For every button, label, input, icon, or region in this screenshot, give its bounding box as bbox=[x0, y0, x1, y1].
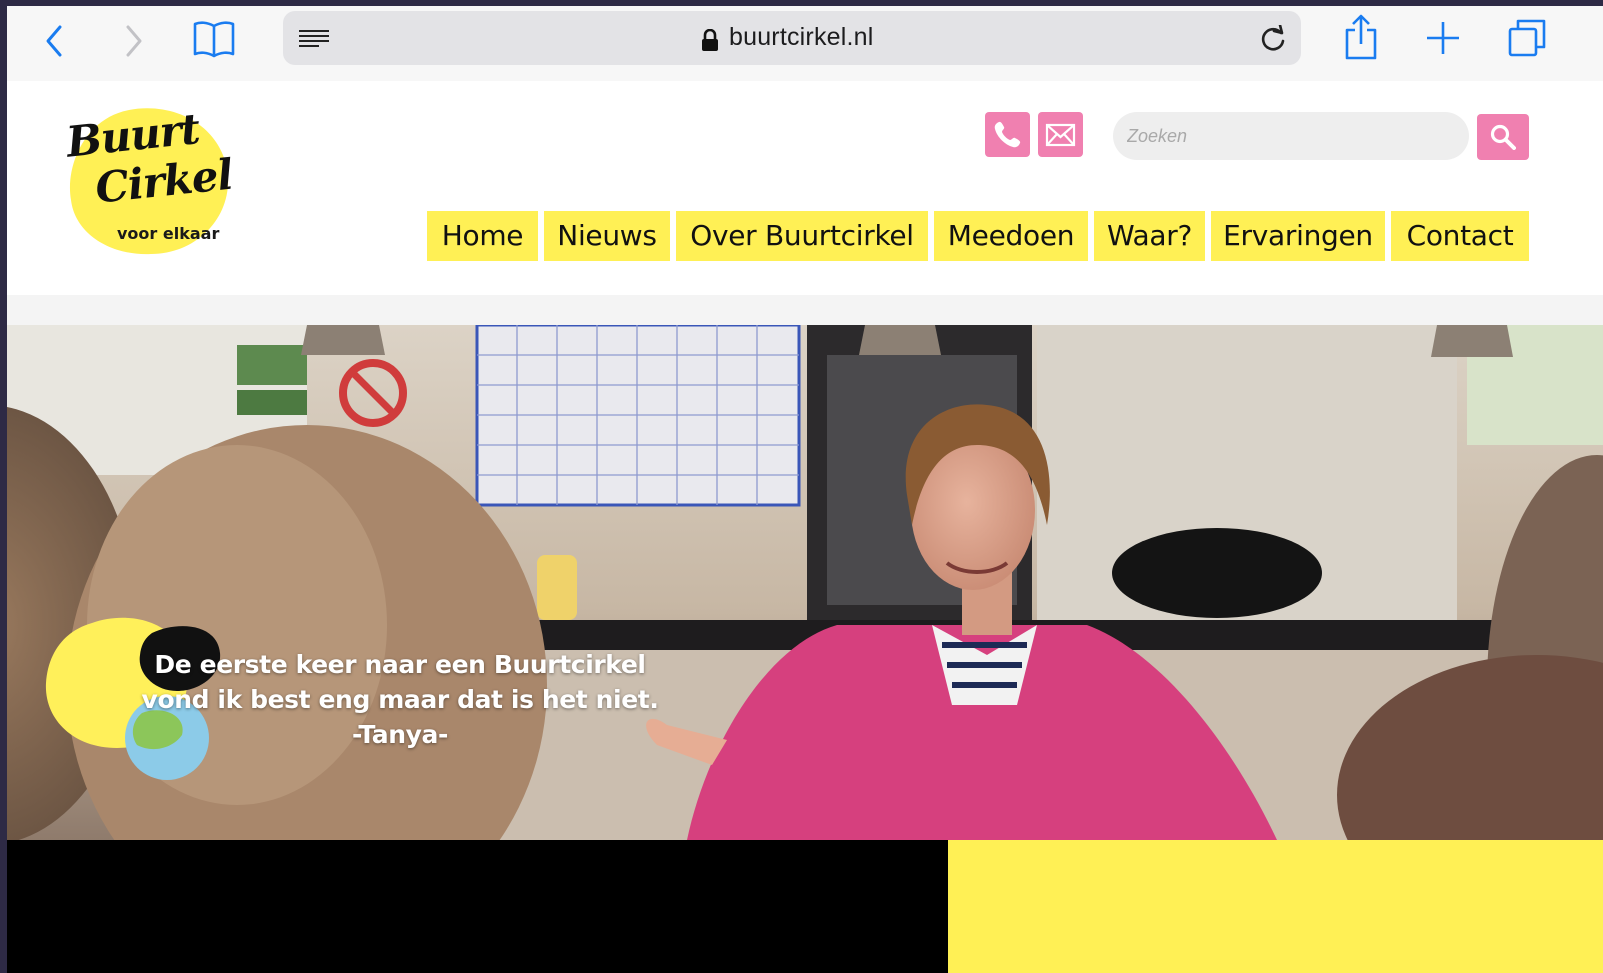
phone-icon[interactable] bbox=[985, 112, 1030, 157]
nav-waar[interactable]: Waar? bbox=[1094, 211, 1205, 261]
yellow-content-block bbox=[948, 840, 1603, 973]
browser-toolbar: buurtcirkel.nl bbox=[7, 6, 1603, 82]
black-content-block bbox=[7, 840, 948, 973]
nav-nieuws[interactable]: Nieuws bbox=[544, 211, 670, 261]
nav-ervaringen[interactable]: Ervaringen bbox=[1211, 211, 1385, 261]
share-icon[interactable] bbox=[1343, 14, 1379, 60]
nav-meedoen[interactable]: Meedoen bbox=[934, 211, 1088, 261]
logo-tagline: voor elkaar bbox=[117, 224, 220, 243]
reload-icon[interactable] bbox=[1259, 23, 1287, 57]
hero-quote-line-1: De eerste keer naar een Buurtcirkel bbox=[154, 650, 646, 679]
hero-banner: De eerste keer naar een Buurtcirkel vond… bbox=[7, 325, 1603, 840]
search-button[interactable] bbox=[1477, 114, 1529, 160]
tabs-overview-icon[interactable] bbox=[1507, 18, 1547, 58]
nav-over-buurtcirkel[interactable]: Over Buurtcirkel bbox=[676, 211, 928, 261]
hero-quote: De eerste keer naar een Buurtcirkel vond… bbox=[135, 647, 665, 752]
nav-home[interactable]: Home bbox=[427, 211, 538, 261]
browser-window: buurtcirkel.nl Buurt Cirkel voor elkaar bbox=[7, 6, 1603, 973]
forward-icon[interactable] bbox=[123, 24, 145, 58]
new-tab-icon[interactable] bbox=[1425, 20, 1461, 56]
reader-view-icon[interactable] bbox=[297, 28, 331, 54]
search-input[interactable] bbox=[1113, 112, 1469, 160]
header-divider-band bbox=[7, 295, 1603, 325]
address-bar[interactable]: buurtcirkel.nl bbox=[283, 11, 1301, 65]
nav-contact[interactable]: Contact bbox=[1391, 211, 1529, 261]
buurtcirkel-logo[interactable]: Buurt Cirkel voor elkaar bbox=[59, 104, 235, 256]
hero-quote-line-2: vond ik best eng maar dat is het niet. bbox=[141, 685, 659, 714]
hero-quote-attribution: -Tanya- bbox=[352, 720, 448, 749]
site-header: Buurt Cirkel voor elkaar Home Nieuws Ove… bbox=[7, 81, 1603, 295]
url-text: buurtcirkel.nl bbox=[729, 23, 874, 51]
bookmarks-icon[interactable] bbox=[192, 18, 236, 58]
lock-icon bbox=[701, 28, 719, 55]
mail-icon[interactable] bbox=[1038, 112, 1083, 157]
hero-photo bbox=[7, 325, 1603, 840]
back-icon[interactable] bbox=[43, 24, 65, 58]
